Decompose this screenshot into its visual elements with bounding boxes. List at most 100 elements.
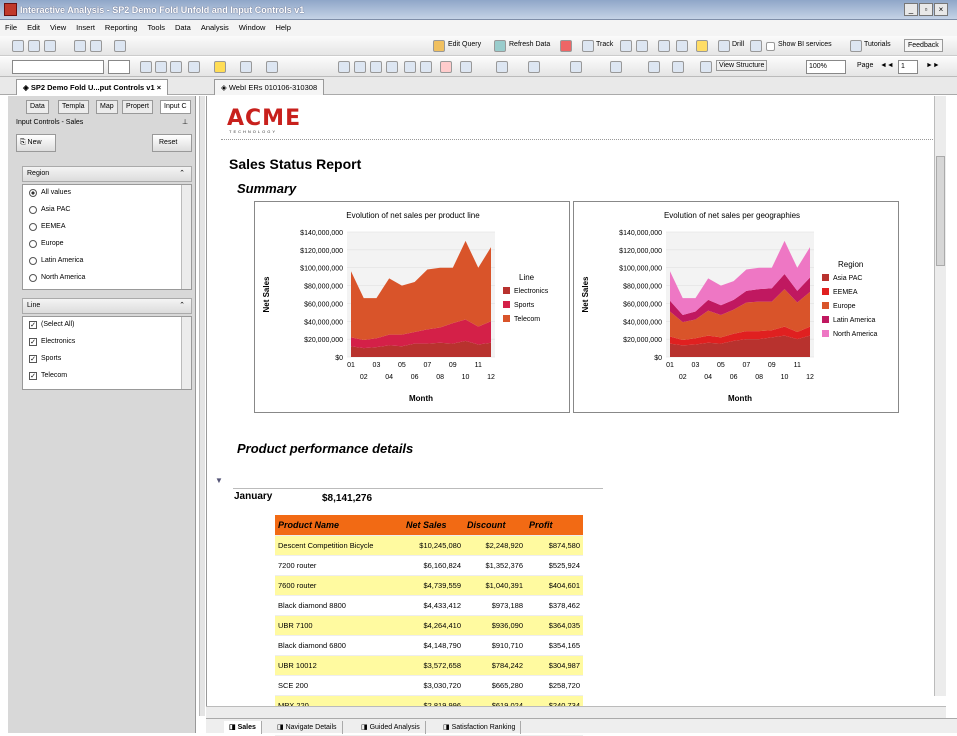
purge-icon[interactable] bbox=[560, 40, 572, 52]
refresh-data-button[interactable]: Refresh Data bbox=[509, 41, 550, 48]
text-color-icon[interactable] bbox=[188, 61, 200, 73]
line-option[interactable]: ✓ (Select All) bbox=[23, 317, 191, 334]
menu-analysis[interactable]: Analysis bbox=[196, 20, 234, 32]
region-option[interactable]: EEMEA bbox=[23, 219, 191, 236]
col-header[interactable]: Discount bbox=[464, 515, 526, 536]
fold-marker-icon[interactable]: ▼ bbox=[215, 476, 223, 485]
font-size-select[interactable] bbox=[108, 60, 130, 74]
italic-icon[interactable] bbox=[155, 61, 167, 73]
tab-navigate-details[interactable]: ◨ Navigate Details bbox=[272, 721, 343, 734]
bold-icon[interactable] bbox=[140, 61, 152, 73]
tab-templates[interactable]: Templa bbox=[58, 100, 89, 114]
outline-icon[interactable] bbox=[658, 40, 670, 52]
refresh-icon[interactable] bbox=[494, 40, 506, 52]
fill-color-icon[interactable] bbox=[214, 61, 226, 73]
table-row[interactable]: Black diamond 8800 $4,433,412 $973,188 $378… bbox=[275, 595, 583, 616]
menu-view[interactable]: View bbox=[45, 20, 71, 32]
underline-icon[interactable] bbox=[170, 61, 182, 73]
col-header[interactable]: Product Name bbox=[275, 515, 403, 536]
menu-reporting[interactable]: Reporting bbox=[100, 20, 143, 32]
close-button[interactable]: × bbox=[934, 3, 948, 16]
table-row[interactable]: Black diamond 6800 $4,148,790 $910,710 $354… bbox=[275, 635, 583, 656]
tab-input-controls[interactable]: Input C bbox=[160, 100, 191, 114]
scroll-thumb[interactable] bbox=[936, 156, 945, 266]
tutorials-button[interactable]: Tutorials bbox=[864, 41, 891, 48]
filter-icon[interactable] bbox=[496, 61, 508, 73]
tab-guided-analysis[interactable]: ◨ Guided Analysis bbox=[356, 721, 426, 734]
collapse-icon[interactable]: ⌃ bbox=[179, 301, 185, 309]
table-row[interactable]: UBR 10012 $3,572,658 $784,242 $304,987 bbox=[275, 655, 583, 676]
edit-query-button[interactable]: Edit Query bbox=[448, 41, 481, 48]
tab-sales[interactable]: ◨ Sales bbox=[224, 721, 262, 734]
menu-edit[interactable]: Edit bbox=[22, 20, 45, 32]
region-option[interactable]: North America bbox=[23, 270, 191, 287]
sort-icon[interactable] bbox=[528, 61, 540, 73]
menu-help[interactable]: Help bbox=[270, 20, 295, 32]
panel-splitter[interactable] bbox=[199, 96, 205, 716]
collapse-icon[interactable]: ⌃ bbox=[179, 169, 185, 177]
maximize-button[interactable]: ▫ bbox=[919, 3, 933, 16]
reset-button[interactable]: Reset bbox=[152, 134, 192, 152]
insert-cell-icon[interactable] bbox=[370, 61, 382, 73]
borders-icon[interactable] bbox=[240, 61, 252, 73]
report-scrollbar[interactable] bbox=[934, 96, 946, 696]
doc-tab-active[interactable]: ◈ SP2 Demo Fold U...put Controls v1 × bbox=[16, 79, 169, 95]
table-row[interactable]: UBR 7100 $4,264,410 $936,090 $364,035 bbox=[275, 615, 583, 636]
doc-tab-webi-ers[interactable]: ◈ WebI ERs 010106-310308 bbox=[214, 79, 325, 95]
line-option[interactable]: ✓ Telecom bbox=[23, 368, 191, 385]
alerter-icon[interactable] bbox=[440, 61, 452, 73]
zoom-select[interactable]: 100% bbox=[806, 60, 846, 74]
undo-icon[interactable] bbox=[404, 61, 416, 73]
new-doc-icon[interactable] bbox=[12, 40, 24, 52]
horizontal-scrollbar[interactable] bbox=[206, 706, 946, 718]
menu-insert[interactable]: Insert bbox=[71, 20, 100, 32]
show-bi-checkbox[interactable] bbox=[766, 42, 775, 51]
track-show-icon[interactable] bbox=[636, 40, 648, 52]
menu-file[interactable]: File bbox=[0, 20, 22, 32]
region-option[interactable]: Europe bbox=[23, 236, 191, 253]
insert-chart-icon[interactable] bbox=[354, 61, 366, 73]
pin-icon[interactable]: ⊥ bbox=[182, 118, 188, 126]
insert-table-icon[interactable] bbox=[338, 61, 350, 73]
track-options-icon[interactable] bbox=[620, 40, 632, 52]
track-button[interactable]: Track bbox=[596, 41, 613, 48]
filter-list-icon[interactable] bbox=[672, 61, 684, 73]
find-icon[interactable] bbox=[90, 40, 102, 52]
open-icon[interactable] bbox=[28, 40, 40, 52]
tab-properties[interactable]: Propert bbox=[122, 100, 153, 114]
align-icon[interactable] bbox=[266, 61, 278, 73]
menu-tools[interactable]: Tools bbox=[142, 20, 170, 32]
track-data-icon[interactable] bbox=[648, 61, 660, 73]
table-row[interactable]: 7600 router $4,739,559 $1,040,391 $404,601 bbox=[275, 575, 583, 596]
fold-icon[interactable] bbox=[676, 40, 688, 52]
drill-button[interactable]: Drill bbox=[732, 41, 744, 48]
tutorials-icon[interactable] bbox=[850, 40, 862, 52]
save-icon[interactable] bbox=[44, 40, 56, 52]
font-name-select[interactable] bbox=[12, 60, 104, 74]
line-option[interactable]: ✓ Electronics bbox=[23, 334, 191, 351]
track-icon[interactable] bbox=[582, 40, 594, 52]
edit-query-icon[interactable] bbox=[433, 40, 445, 52]
filter-bar-icon[interactable] bbox=[750, 40, 762, 52]
region-header[interactable]: Region ⌃ bbox=[22, 166, 192, 182]
format-painter-icon[interactable] bbox=[386, 61, 398, 73]
print-icon[interactable] bbox=[74, 40, 86, 52]
next-page-icon[interactable]: ►► bbox=[926, 62, 940, 69]
close-tab-icon[interactable]: × bbox=[157, 83, 161, 92]
feedback-button[interactable]: Feedback bbox=[904, 39, 943, 52]
region-option[interactable]: Latin America bbox=[23, 253, 191, 270]
redo-icon[interactable] bbox=[420, 61, 432, 73]
new-button[interactable]: ⎘ New bbox=[16, 134, 56, 152]
region-option[interactable]: All values bbox=[23, 185, 191, 202]
line-header[interactable]: Line ⌃ bbox=[22, 298, 192, 314]
view-structure-icon[interactable] bbox=[700, 61, 712, 73]
break-icon[interactable] bbox=[460, 61, 472, 73]
view-mode-icon[interactable] bbox=[114, 40, 126, 52]
menu-data[interactable]: Data bbox=[170, 20, 196, 32]
table-row[interactable]: Descent Competition Bicycle $10,245,080 $2… bbox=[275, 535, 583, 556]
line-scrollbar[interactable] bbox=[181, 317, 191, 389]
region-option[interactable]: Asia PAC bbox=[23, 202, 191, 219]
tab-map[interactable]: Map bbox=[96, 100, 118, 114]
menu-window[interactable]: Window bbox=[234, 20, 271, 32]
table-row[interactable]: SCE 200 $3,030,720 $665,280 $258,720 bbox=[275, 675, 583, 696]
